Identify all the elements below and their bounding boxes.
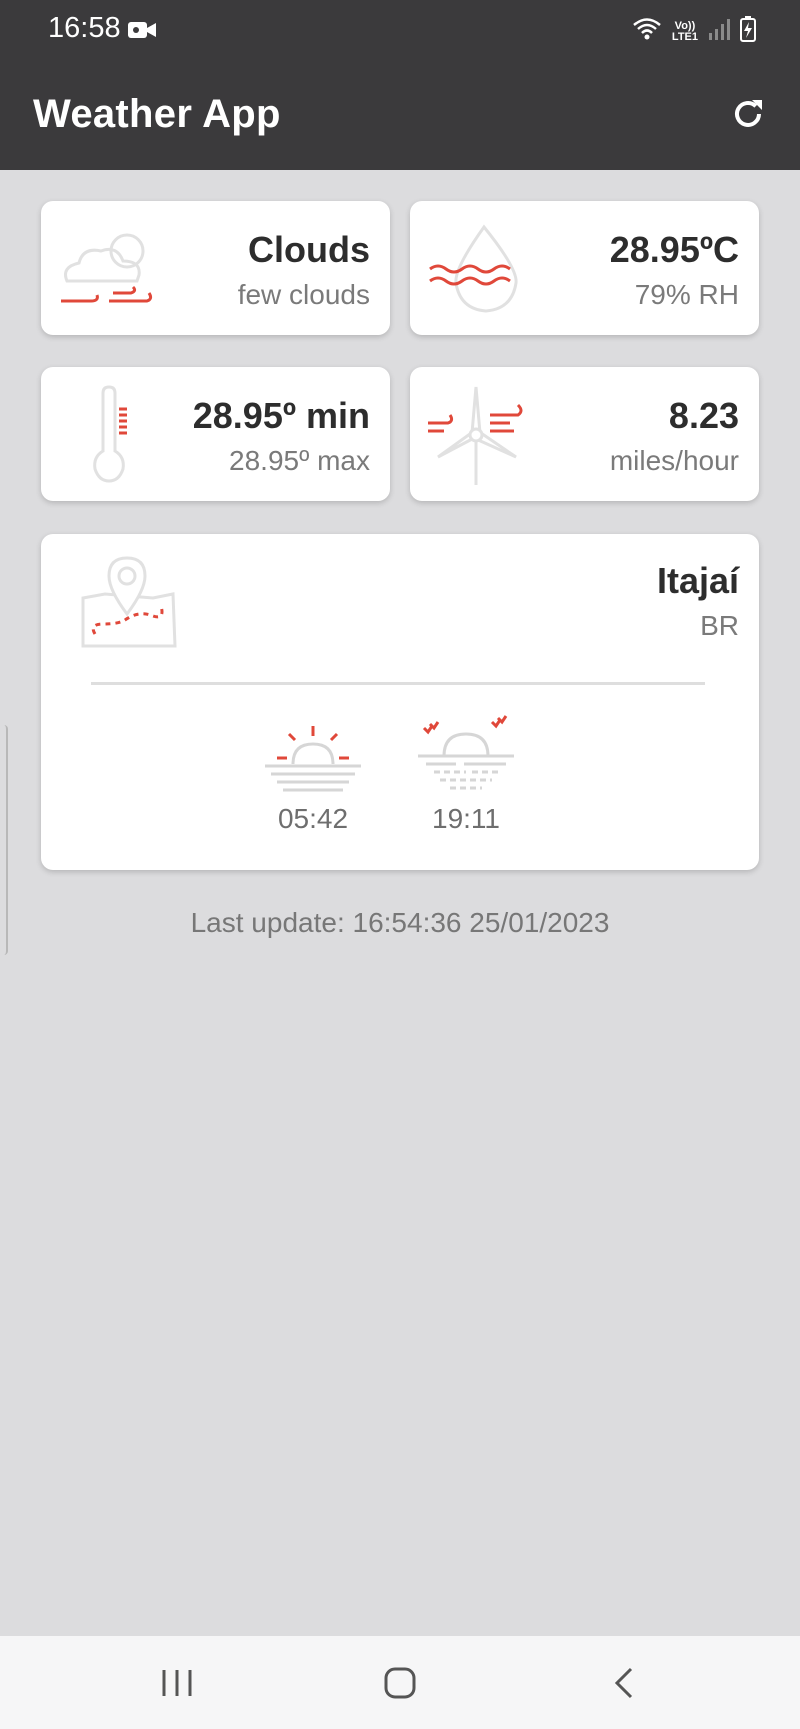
battery-charging-icon (740, 16, 756, 47)
wind-speed-unit: miles/hour (609, 445, 739, 476)
app-title: Weather App (33, 92, 281, 136)
wifi-icon (632, 17, 662, 46)
temperature-card: 28.95ºC 79% RH (410, 201, 759, 335)
wind-card: 8.23 miles/hour (410, 367, 759, 501)
back-button[interactable] (594, 1660, 654, 1706)
sunrise-time: 05:42 (277, 803, 349, 834)
recent-apps-icon (162, 1670, 192, 1696)
minmax-card: 28.95º min 28.95º max (41, 367, 390, 501)
city-name: Itajaí (656, 560, 739, 601)
humidity-value: 79% RH (634, 279, 739, 310)
last-update-text: Last update: 16:54:36 25/01/2023 (190, 907, 610, 938)
status-time: 16:58 (48, 12, 121, 44)
recent-apps-button[interactable] (147, 1660, 207, 1706)
condition-main: Clouds (248, 229, 370, 270)
sunset-icon (416, 715, 516, 798)
video-camera-icon (128, 20, 156, 45)
clouds-wind-icon (57, 223, 157, 318)
network-indicator: Vo)) LTE1 (671, 19, 698, 43)
signal-icon (708, 17, 730, 46)
home-button[interactable] (370, 1660, 430, 1706)
wind-speed-value: 8.23 (668, 395, 739, 436)
water-drop-icon (426, 219, 526, 324)
sunset-time: 19:11 (432, 803, 500, 834)
refresh-button[interactable] (724, 90, 772, 138)
network-line2: LTE1 (671, 30, 698, 43)
home-icon (384, 1667, 416, 1699)
sunrise-group: 05:42 (263, 724, 363, 835)
refresh-icon (735, 100, 762, 127)
max-temperature: 28.95º max (229, 445, 370, 476)
navigation-bar (0, 1636, 800, 1729)
sunset-group: 19:11 (416, 714, 516, 835)
location-card: Itajaí BR 05:42 19:11 (41, 534, 759, 870)
thermometer-icon (89, 385, 139, 490)
min-temperature: 28.95º min (192, 395, 370, 436)
country-code: BR (700, 610, 739, 641)
wind-turbine-icon (426, 383, 526, 492)
condition-card: Clouds few clouds (41, 201, 390, 335)
divider (91, 682, 705, 685)
status-bar: 16:58 Vo)) LTE1 (0, 0, 800, 60)
sunrise-icon (263, 726, 363, 798)
temperature-value: 28.95ºC (609, 229, 739, 270)
edge-panel-handle[interactable] (0, 725, 8, 955)
network-line1: Vo)) (674, 19, 696, 32)
map-pin-icon (79, 554, 179, 655)
back-icon (614, 1667, 633, 1699)
condition-description: few clouds (237, 279, 370, 310)
app-bar: Weather App (0, 60, 800, 170)
